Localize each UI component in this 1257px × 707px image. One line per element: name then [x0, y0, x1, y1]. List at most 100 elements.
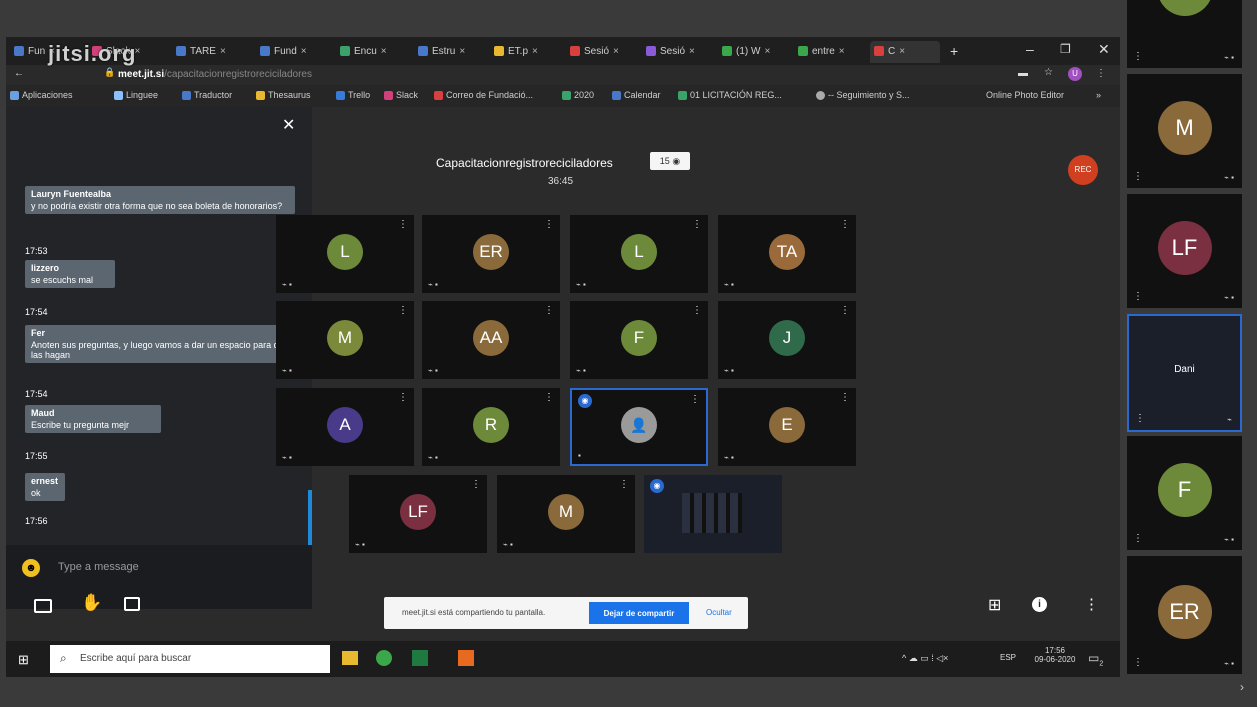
- raise-hand-icon[interactable]: ✋: [81, 593, 102, 613]
- more-options-icon[interactable]: ⋮: [840, 219, 850, 230]
- browser-tab[interactable]: Fund ×: [256, 41, 326, 63]
- more-options-icon[interactable]: ⋮: [1133, 533, 1143, 544]
- maximize-icon[interactable]: ❐: [1060, 42, 1071, 56]
- participant-tile[interactable]: E ⋮ ⌁ ▪: [718, 388, 856, 466]
- close-tab-icon[interactable]: ×: [899, 46, 905, 57]
- more-options-icon[interactable]: ⋮: [544, 392, 554, 403]
- filmstrip-tile[interactable]: ⋮ ⌁ ▪: [1127, 0, 1242, 68]
- participant-tile-local[interactable]: 👤 ◉ ⋮ ▪: [570, 388, 708, 466]
- menu-icon[interactable]: ⋮: [1096, 68, 1106, 79]
- participant-tile[interactable]: L ⋮ ⌁ ▪: [570, 215, 708, 293]
- chrome-icon[interactable]: [376, 650, 392, 666]
- participant-tile[interactable]: TA ⋮ ⌁ ▪: [718, 215, 856, 293]
- cast-icon[interactable]: ▬: [1018, 68, 1028, 79]
- close-tab-icon[interactable]: ×: [839, 46, 845, 57]
- more-options-icon[interactable]: ⋮: [544, 305, 554, 316]
- participant-tile[interactable]: LF ⋮ ⌁ ▪: [349, 475, 487, 553]
- filmstrip-tile[interactable]: F ⋮ ⌁ ▪: [1127, 436, 1242, 550]
- more-actions-icon[interactable]: ⋮: [1084, 595, 1099, 613]
- participant-tile[interactable]: F ⋮ ⌁ ▪: [570, 301, 708, 379]
- bookmark-item[interactable]: 01 LICITACIÓN REG...: [678, 90, 782, 101]
- bookmark-item[interactable]: Thesaurus: [256, 90, 311, 101]
- close-tab-icon[interactable]: ×: [689, 46, 695, 57]
- minimize-icon[interactable]: –: [1026, 41, 1034, 57]
- windows-start-icon[interactable]: ⊞: [18, 652, 29, 668]
- participant-tile[interactable]: L ⋮ ⌁ ▪: [276, 215, 414, 293]
- chevron-right-icon[interactable]: ›: [1240, 680, 1244, 694]
- participant-tile[interactable]: ER ⋮ ⌁ ▪: [422, 215, 560, 293]
- bookmark-item[interactable]: Linguee: [114, 90, 158, 101]
- bookmark-item[interactable]: Traductor: [182, 90, 232, 101]
- back-icon[interactable]: ←: [14, 68, 24, 79]
- url-field[interactable]: meet.jit.si/capacitacionregistrorecicila…: [118, 69, 312, 80]
- browser-tab[interactable]: Estru ×: [414, 41, 484, 63]
- more-options-icon[interactable]: ⋮: [840, 305, 850, 316]
- file-explorer-icon[interactable]: [342, 651, 358, 665]
- browser-tab-active[interactable]: C ×: [870, 41, 940, 63]
- more-options-icon[interactable]: ⋮: [1135, 413, 1145, 424]
- close-tab-icon[interactable]: ×: [764, 46, 770, 57]
- notification-icon[interactable]: ▭2: [1088, 651, 1103, 667]
- screen-share-icon[interactable]: [34, 599, 52, 613]
- participant-tile[interactable]: J ⋮ ⌁ ▪: [718, 301, 856, 379]
- close-chat-icon[interactable]: ✕: [282, 115, 295, 135]
- filmstrip-tile[interactable]: ER ⋮ ⌁ ▪: [1127, 556, 1242, 674]
- emoji-icon[interactable]: ☻: [22, 559, 40, 577]
- filmstrip-tile-dani[interactable]: Dani ⋮ ⌁: [1127, 314, 1242, 432]
- browser-tab[interactable]: ET.p ×: [490, 41, 560, 63]
- app-icon[interactable]: [458, 650, 474, 666]
- more-options-icon[interactable]: ⋮: [1133, 291, 1143, 302]
- close-tab-icon[interactable]: ×: [613, 46, 619, 57]
- more-options-icon[interactable]: ⋮: [692, 219, 702, 230]
- hide-button[interactable]: Ocultar: [706, 608, 732, 617]
- more-options-icon[interactable]: ⋮: [690, 394, 700, 405]
- browser-tab[interactable]: TARE ×: [172, 41, 242, 63]
- star-icon[interactable]: ☆: [1044, 67, 1053, 78]
- more-options-icon[interactable]: ⋮: [398, 219, 408, 230]
- bookmark-item[interactable]: 2020: [562, 90, 594, 101]
- close-tab-icon[interactable]: ×: [381, 46, 387, 57]
- profile-avatar[interactable]: U: [1068, 67, 1082, 81]
- language-indicator[interactable]: ESP: [1000, 653, 1016, 662]
- bookmark-item[interactable]: Correo de Fundació...: [434, 90, 533, 101]
- chat-scrollbar[interactable]: [308, 490, 312, 545]
- more-options-icon[interactable]: ⋮: [1133, 51, 1143, 62]
- bookmark-item[interactable]: Trello: [336, 90, 370, 101]
- new-tab-button[interactable]: +: [950, 43, 958, 59]
- filmstrip-tile[interactable]: LF ⋮ ⌁ ▪: [1127, 194, 1242, 308]
- excel-icon[interactable]: [412, 650, 428, 666]
- more-bookmarks-icon[interactable]: »: [1096, 90, 1101, 100]
- more-options-icon[interactable]: ⋮: [1133, 171, 1143, 182]
- participant-tile[interactable]: R ⋮ ⌁ ▪: [422, 388, 560, 466]
- bookmark-apps[interactable]: Aplicaciones: [10, 90, 73, 101]
- bookmark-item[interactable]: -- Seguimiento y S...: [816, 90, 910, 101]
- participant-tile[interactable]: A ⋮ ⌁ ▪: [276, 388, 414, 466]
- participant-tile[interactable]: M ⋮ ⌁ ▪: [497, 475, 635, 553]
- more-options-icon[interactable]: ⋮: [398, 392, 408, 403]
- close-tab-icon[interactable]: ×: [301, 46, 307, 57]
- more-options-icon[interactable]: ⋮: [544, 219, 554, 230]
- participant-tile[interactable]: M ⋮ ⌁ ▪: [276, 301, 414, 379]
- bookmark-item[interactable]: Online Photo Editor: [986, 90, 1064, 100]
- more-options-icon[interactable]: ⋮: [840, 392, 850, 403]
- bookmark-item[interactable]: Calendar: [612, 90, 661, 101]
- more-options-icon[interactable]: ⋮: [619, 479, 629, 490]
- more-options-icon[interactable]: ⋮: [471, 479, 481, 490]
- browser-tab[interactable]: (1) W ×: [718, 41, 788, 63]
- filmstrip-tile[interactable]: M ⋮ ⌁ ▪: [1127, 74, 1242, 188]
- close-tab-icon[interactable]: ×: [220, 46, 226, 57]
- taskbar-search-box[interactable]: ⌕ Escribe aquí para buscar: [50, 645, 330, 673]
- info-icon[interactable]: i: [1032, 597, 1047, 612]
- close-window-icon[interactable]: ✕: [1098, 41, 1110, 58]
- stop-sharing-button[interactable]: Dejar de compartir: [589, 602, 689, 624]
- system-tray-icons[interactable]: ^ ☁ ▭ ⁞ ◁×: [902, 653, 948, 664]
- more-options-icon[interactable]: ⋮: [398, 305, 408, 316]
- message-input[interactable]: Type a message: [58, 561, 139, 573]
- participant-tile[interactable]: AA ⋮ ⌁ ▪: [422, 301, 560, 379]
- participant-count-badge[interactable]: 15 ◉: [650, 152, 690, 170]
- screen-share-tile[interactable]: ◉: [644, 475, 782, 553]
- browser-tab[interactable]: Sesió ×: [642, 41, 712, 63]
- browser-tab[interactable]: Sesió ×: [566, 41, 636, 63]
- chat-icon[interactable]: [124, 597, 140, 611]
- browser-tab[interactable]: Encu ×: [336, 41, 406, 63]
